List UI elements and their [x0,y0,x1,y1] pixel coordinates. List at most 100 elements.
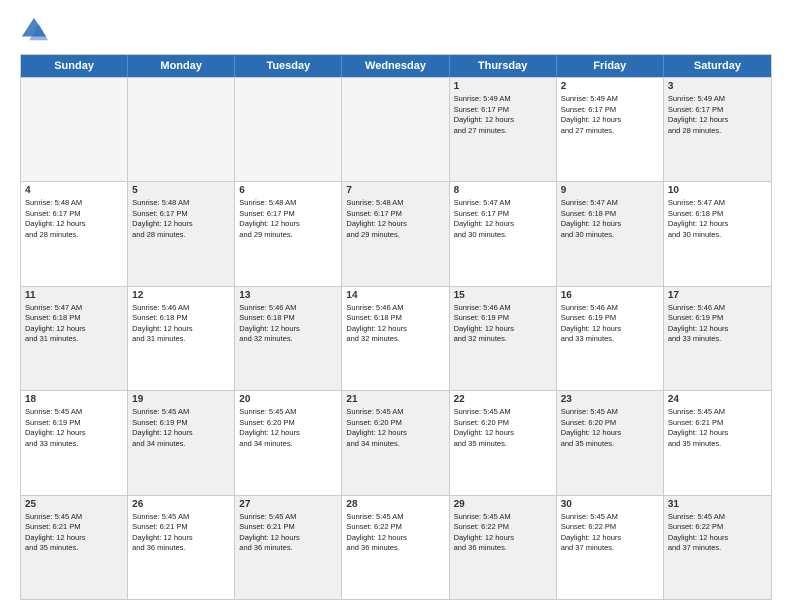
cell-info: Sunrise: 5:45 AM Sunset: 6:21 PM Dayligh… [239,512,337,554]
day-number: 1 [454,81,552,92]
calendar-week: 18 Sunrise: 5:45 AM Sunset: 6:19 PM Dayli… [21,390,771,494]
cell-info: Sunrise: 5:49 AM Sunset: 6:17 PM Dayligh… [668,94,767,136]
calendar-header-cell: Tuesday [235,55,342,77]
cell-info: Sunrise: 5:49 AM Sunset: 6:17 PM Dayligh… [454,94,552,136]
day-number: 5 [132,185,230,196]
cell-info: Sunrise: 5:47 AM Sunset: 6:18 PM Dayligh… [25,303,123,345]
calendar-cell: 4 Sunrise: 5:48 AM Sunset: 6:17 PM Daylig… [21,182,128,285]
cell-info: Sunrise: 5:46 AM Sunset: 6:19 PM Dayligh… [454,303,552,345]
day-number: 27 [239,499,337,510]
calendar-cell: 20 Sunrise: 5:45 AM Sunset: 6:20 PM Dayli… [235,391,342,494]
cell-info: Sunrise: 5:45 AM Sunset: 6:21 PM Dayligh… [132,512,230,554]
calendar-cell: 29Sunrise: 5:45 AM Sunset: 6:22 PM Dayli… [450,496,557,599]
cell-info: Sunrise: 5:47 AM Sunset: 6:17 PM Dayligh… [454,198,552,240]
calendar-cell: 1 Sunrise: 5:49 AM Sunset: 6:17 PM Daylig… [450,78,557,181]
header [20,16,772,44]
calendar-cell: 2Sunrise: 5:49 AM Sunset: 6:17 PM Daylig… [557,78,664,181]
calendar-cell: 22 Sunrise: 5:45 AM Sunset: 6:20 PM Dayli… [450,391,557,494]
day-number: 24 [668,394,767,405]
calendar-cell: 7Sunrise: 5:48 AM Sunset: 6:17 PM Daylig… [342,182,449,285]
day-number: 13 [239,290,337,301]
calendar-cell [21,78,128,181]
cell-info: Sunrise: 5:47 AM Sunset: 6:18 PM Dayligh… [668,198,767,240]
calendar-cell: 5 Sunrise: 5:48 AM Sunset: 6:17 PM Daylig… [128,182,235,285]
cell-info: Sunrise: 5:45 AM Sunset: 6:19 PM Dayligh… [132,407,230,449]
calendar-cell: 14 Sunrise: 5:46 AM Sunset: 6:18 PM Dayli… [342,287,449,390]
cell-info: Sunrise: 5:45 AM Sunset: 6:20 PM Dayligh… [561,407,659,449]
cell-info: Sunrise: 5:45 AM Sunset: 6:20 PM Dayligh… [454,407,552,449]
day-number: 7 [346,185,444,196]
calendar-header-cell: Saturday [664,55,771,77]
day-number: 17 [668,290,767,301]
day-number: 28 [346,499,444,510]
cell-info: Sunrise: 5:47 AM Sunset: 6:18 PM Dayligh… [561,198,659,240]
day-number: 22 [454,394,552,405]
calendar-cell: 17 Sunrise: 5:46 AM Sunset: 6:19 PM Dayli… [664,287,771,390]
day-number: 16 [561,290,659,301]
day-number: 18 [25,394,123,405]
cell-info: Sunrise: 5:45 AM Sunset: 6:22 PM Dayligh… [346,512,444,554]
cell-info: Sunrise: 5:45 AM Sunset: 6:22 PM Dayligh… [561,512,659,554]
cell-info: Sunrise: 5:45 AM Sunset: 6:21 PM Dayligh… [25,512,123,554]
calendar: SundayMondayTuesdayWednesdayThursdayFrid… [20,54,772,600]
day-number: 12 [132,290,230,301]
day-number: 15 [454,290,552,301]
calendar-cell: 28 Sunrise: 5:45 AM Sunset: 6:22 PM Dayli… [342,496,449,599]
calendar-header: SundayMondayTuesdayWednesdayThursdayFrid… [21,55,771,77]
day-number: 21 [346,394,444,405]
calendar-week: 11 Sunrise: 5:47 AM Sunset: 6:18 PM Dayli… [21,286,771,390]
calendar-cell: 13 Sunrise: 5:46 AM Sunset: 6:18 PM Dayli… [235,287,342,390]
calendar-cell: 6 Sunrise: 5:48 AM Sunset: 6:17 PM Daylig… [235,182,342,285]
cell-info: Sunrise: 5:45 AM Sunset: 6:22 PM Dayligh… [668,512,767,554]
day-number: 14 [346,290,444,301]
calendar-cell: 10 Sunrise: 5:47 AM Sunset: 6:18 PM Dayli… [664,182,771,285]
cell-info: Sunrise: 5:48 AM Sunset: 6:17 PM Dayligh… [239,198,337,240]
cell-info: Sunrise: 5:46 AM Sunset: 6:18 PM Dayligh… [346,303,444,345]
calendar-header-cell: Sunday [21,55,128,77]
day-number: 11 [25,290,123,301]
calendar-cell: 19 Sunrise: 5:45 AM Sunset: 6:19 PM Dayli… [128,391,235,494]
day-number: 19 [132,394,230,405]
day-number: 2 [561,81,659,92]
calendar-cell: 27 Sunrise: 5:45 AM Sunset: 6:21 PM Dayli… [235,496,342,599]
calendar-cell [128,78,235,181]
calendar-week: 4 Sunrise: 5:48 AM Sunset: 6:17 PM Daylig… [21,181,771,285]
cell-info: Sunrise: 5:46 AM Sunset: 6:19 PM Dayligh… [668,303,767,345]
calendar-body: 1 Sunrise: 5:49 AM Sunset: 6:17 PM Daylig… [21,77,771,599]
day-number: 30 [561,499,659,510]
page: SundayMondayTuesdayWednesdayThursdayFrid… [0,0,792,612]
cell-info: Sunrise: 5:46 AM Sunset: 6:18 PM Dayligh… [132,303,230,345]
cell-info: Sunrise: 5:48 AM Sunset: 6:17 PM Dayligh… [132,198,230,240]
calendar-cell: 12 Sunrise: 5:46 AM Sunset: 6:18 PM Dayli… [128,287,235,390]
calendar-header-cell: Wednesday [342,55,449,77]
cell-info: Sunrise: 5:45 AM Sunset: 6:19 PM Dayligh… [25,407,123,449]
cell-info: Sunrise: 5:45 AM Sunset: 6:20 PM Dayligh… [346,407,444,449]
calendar-cell: 21 Sunrise: 5:45 AM Sunset: 6:20 PM Dayli… [342,391,449,494]
calendar-cell: 8Sunrise: 5:47 AM Sunset: 6:17 PM Daylig… [450,182,557,285]
day-number: 4 [25,185,123,196]
calendar-cell: 11 Sunrise: 5:47 AM Sunset: 6:18 PM Dayli… [21,287,128,390]
calendar-cell: 25 Sunrise: 5:45 AM Sunset: 6:21 PM Dayli… [21,496,128,599]
day-number: 31 [668,499,767,510]
calendar-week: 25 Sunrise: 5:45 AM Sunset: 6:21 PM Dayli… [21,495,771,599]
calendar-week: 1 Sunrise: 5:49 AM Sunset: 6:17 PM Daylig… [21,77,771,181]
day-number: 20 [239,394,337,405]
cell-info: Sunrise: 5:48 AM Sunset: 6:17 PM Dayligh… [25,198,123,240]
calendar-header-cell: Monday [128,55,235,77]
day-number: 6 [239,185,337,196]
day-number: 25 [25,499,123,510]
cell-info: Sunrise: 5:46 AM Sunset: 6:18 PM Dayligh… [239,303,337,345]
calendar-cell: 23Sunrise: 5:45 AM Sunset: 6:20 PM Dayli… [557,391,664,494]
day-number: 10 [668,185,767,196]
calendar-cell: 31 Sunrise: 5:45 AM Sunset: 6:22 PM Dayli… [664,496,771,599]
day-number: 3 [668,81,767,92]
cell-info: Sunrise: 5:46 AM Sunset: 6:19 PM Dayligh… [561,303,659,345]
calendar-cell: 9Sunrise: 5:47 AM Sunset: 6:18 PM Daylig… [557,182,664,285]
day-number: 29 [454,499,552,510]
day-number: 26 [132,499,230,510]
calendar-cell: 16 Sunrise: 5:46 AM Sunset: 6:19 PM Dayli… [557,287,664,390]
calendar-cell: 30 Sunrise: 5:45 AM Sunset: 6:22 PM Dayli… [557,496,664,599]
calendar-header-cell: Thursday [450,55,557,77]
calendar-cell: 24Sunrise: 5:45 AM Sunset: 6:21 PM Dayli… [664,391,771,494]
cell-info: Sunrise: 5:45 AM Sunset: 6:20 PM Dayligh… [239,407,337,449]
